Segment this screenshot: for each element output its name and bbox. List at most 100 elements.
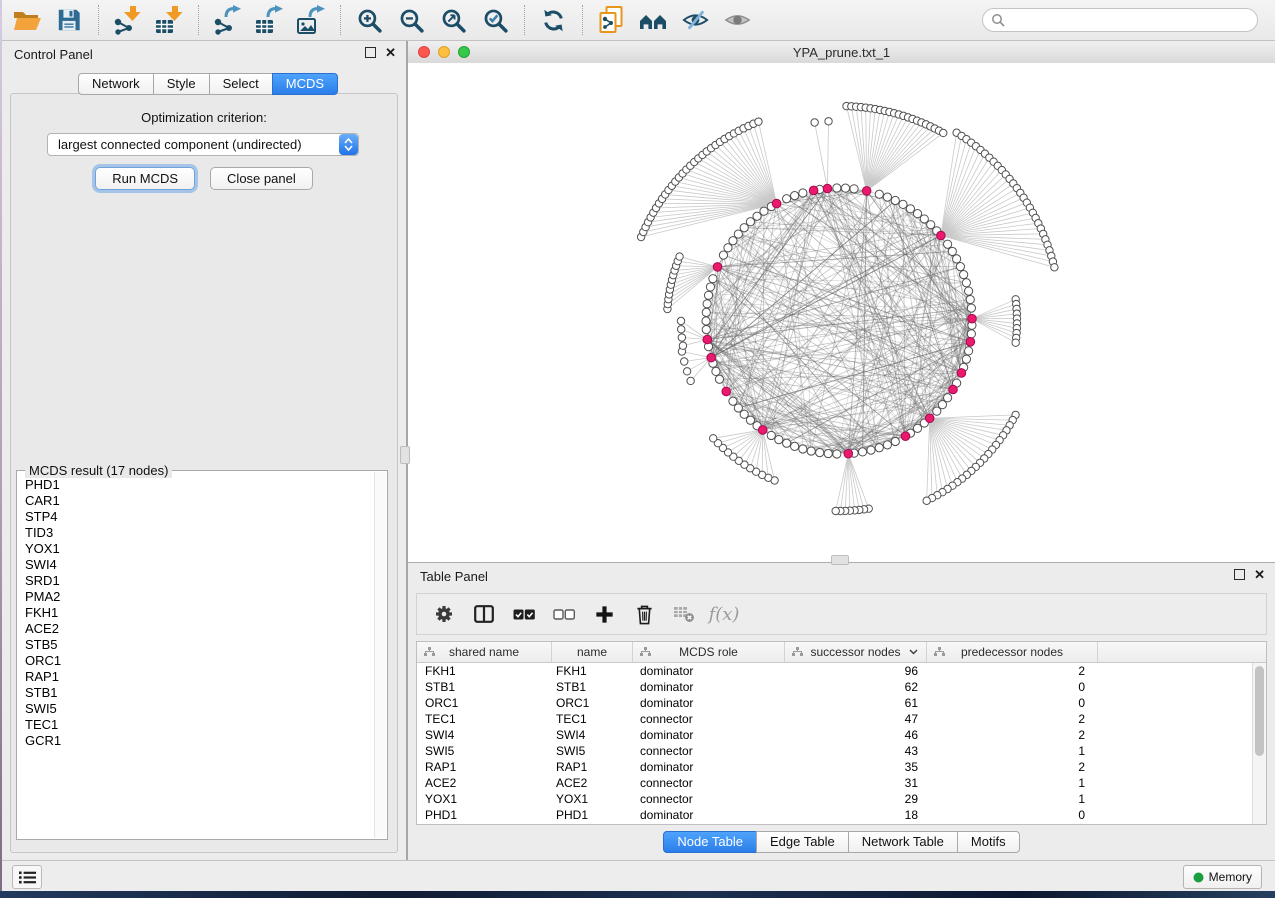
table-scrollbar-thumb[interactable] (1255, 666, 1264, 756)
network-hub-node[interactable] (809, 186, 818, 195)
import-network-button[interactable] (110, 3, 144, 37)
mcds-result-item[interactable]: SWI5 (18, 701, 374, 717)
memory-button[interactable]: Memory (1183, 865, 1262, 889)
mcds-result-item[interactable]: SRD1 (18, 573, 374, 589)
table-row[interactable]: SWI4SWI4dominator462 (417, 727, 1253, 743)
network-node[interactable] (715, 375, 723, 383)
tab-edge-table[interactable]: Edge Table (756, 831, 849, 853)
network-node[interactable] (867, 446, 875, 454)
network-node[interactable] (962, 355, 970, 363)
network-node[interactable] (767, 431, 775, 439)
mcds-result-item[interactable]: CAR1 (18, 493, 374, 509)
network-node[interactable] (678, 334, 685, 341)
show-all-button[interactable] (720, 3, 754, 37)
close-panel-icon[interactable]: ✕ (385, 47, 396, 58)
delete-rows-button[interactable] (631, 601, 657, 627)
table-row[interactable]: YOX1YOX1connector291 (417, 791, 1253, 807)
network-hub-node[interactable] (713, 263, 722, 272)
network-node[interactable] (850, 185, 858, 193)
network-node[interactable] (719, 251, 727, 259)
network-hub-node[interactable] (968, 314, 977, 323)
network-node[interactable] (960, 271, 968, 279)
network-node[interactable] (940, 129, 947, 136)
table-settings-button[interactable] (431, 601, 457, 627)
show-panels-menu-button[interactable] (12, 865, 42, 889)
network-node[interactable] (687, 377, 694, 384)
network-node[interactable] (783, 439, 791, 447)
table-scrollbar[interactable] (1252, 663, 1266, 824)
network-node[interactable] (702, 308, 710, 316)
network-node[interactable] (816, 448, 824, 456)
network-node[interactable] (875, 444, 883, 452)
tab-select[interactable]: Select (209, 73, 273, 95)
network-node[interactable] (712, 367, 720, 375)
table-row[interactable]: STB1STB1dominator620 (417, 679, 1253, 695)
network-node[interactable] (683, 368, 690, 375)
network-node[interactable] (953, 255, 961, 263)
network-node[interactable] (899, 200, 907, 208)
network-node[interactable] (753, 212, 761, 220)
table-row[interactable]: PHD1PHD1dominator180 (417, 807, 1253, 823)
network-node[interactable] (825, 118, 832, 125)
search-input[interactable] (1005, 10, 1257, 30)
mcds-result-item[interactable]: STP4 (18, 509, 374, 525)
network-hub-node[interactable] (703, 335, 712, 344)
vertical-splitter-grip[interactable] (400, 446, 410, 464)
float-panel-icon[interactable] (365, 47, 376, 58)
tab-network[interactable]: Network (78, 73, 154, 95)
network-node[interactable] (913, 424, 921, 432)
network-node[interactable] (811, 119, 818, 126)
mcds-result-item[interactable]: YOX1 (18, 541, 374, 557)
network-node[interactable] (891, 196, 899, 204)
network-node[interactable] (964, 347, 972, 355)
network-node[interactable] (799, 445, 807, 453)
tab-network-table[interactable]: Network Table (848, 831, 958, 853)
network-node[interactable] (966, 295, 974, 303)
zoom-out-button[interactable] (394, 3, 428, 37)
network-node[interactable] (791, 192, 799, 200)
network-node[interactable] (833, 450, 841, 458)
update-network-button[interactable] (536, 3, 570, 37)
network-node[interactable] (964, 287, 972, 295)
tab-style[interactable]: Style (153, 73, 210, 95)
network-node[interactable] (704, 291, 712, 299)
mcds-result-item[interactable]: TID3 (18, 525, 374, 541)
network-node[interactable] (709, 275, 717, 283)
table-row[interactable]: ORC1ORC1dominator610 (417, 695, 1253, 711)
network-node[interactable] (799, 189, 807, 197)
network-hub-node[interactable] (707, 353, 716, 362)
network-node[interactable] (875, 190, 883, 198)
mcds-result-item[interactable]: FKH1 (18, 605, 374, 621)
network-node[interactable] (913, 210, 921, 218)
select-all-button[interactable] (511, 601, 537, 627)
tab-mcds[interactable]: MCDS (272, 73, 338, 95)
network-node[interactable] (944, 394, 952, 402)
table-row[interactable]: TEC1TEC1connector472 (417, 711, 1253, 727)
network-node[interactable] (678, 326, 685, 333)
network-hub-node[interactable] (844, 449, 853, 458)
mcds-result-item[interactable]: PHD1 (18, 477, 374, 493)
network-node[interactable] (775, 436, 783, 444)
network-node[interactable] (702, 326, 710, 334)
network-node[interactable] (906, 205, 914, 213)
table-row[interactable]: FKH1FKH1dominator962 (417, 663, 1253, 679)
network-node[interactable] (724, 244, 732, 252)
network-hub-node[interactable] (966, 338, 975, 347)
column-header-name[interactable]: name (552, 642, 633, 662)
network-node[interactable] (841, 184, 849, 192)
open-session-button[interactable] (10, 3, 44, 37)
network-node[interactable] (883, 193, 891, 201)
network-hub-node[interactable] (949, 385, 958, 394)
network-node[interactable] (962, 279, 970, 287)
function-builder-button[interactable]: f(x) (711, 601, 737, 627)
mcds-result-item[interactable]: STB1 (18, 685, 374, 701)
mcds-result-item[interactable]: STB5 (18, 637, 374, 653)
mcds-result-item[interactable]: TEC1 (18, 717, 374, 733)
hide-selected-button[interactable] (678, 3, 712, 37)
network-hub-node[interactable] (937, 231, 946, 240)
network-node[interactable] (755, 118, 762, 125)
network-node[interactable] (1012, 339, 1019, 346)
network-node[interactable] (760, 207, 768, 215)
horizontal-splitter-grip[interactable] (831, 555, 849, 565)
show-columns-button[interactable] (471, 601, 497, 627)
